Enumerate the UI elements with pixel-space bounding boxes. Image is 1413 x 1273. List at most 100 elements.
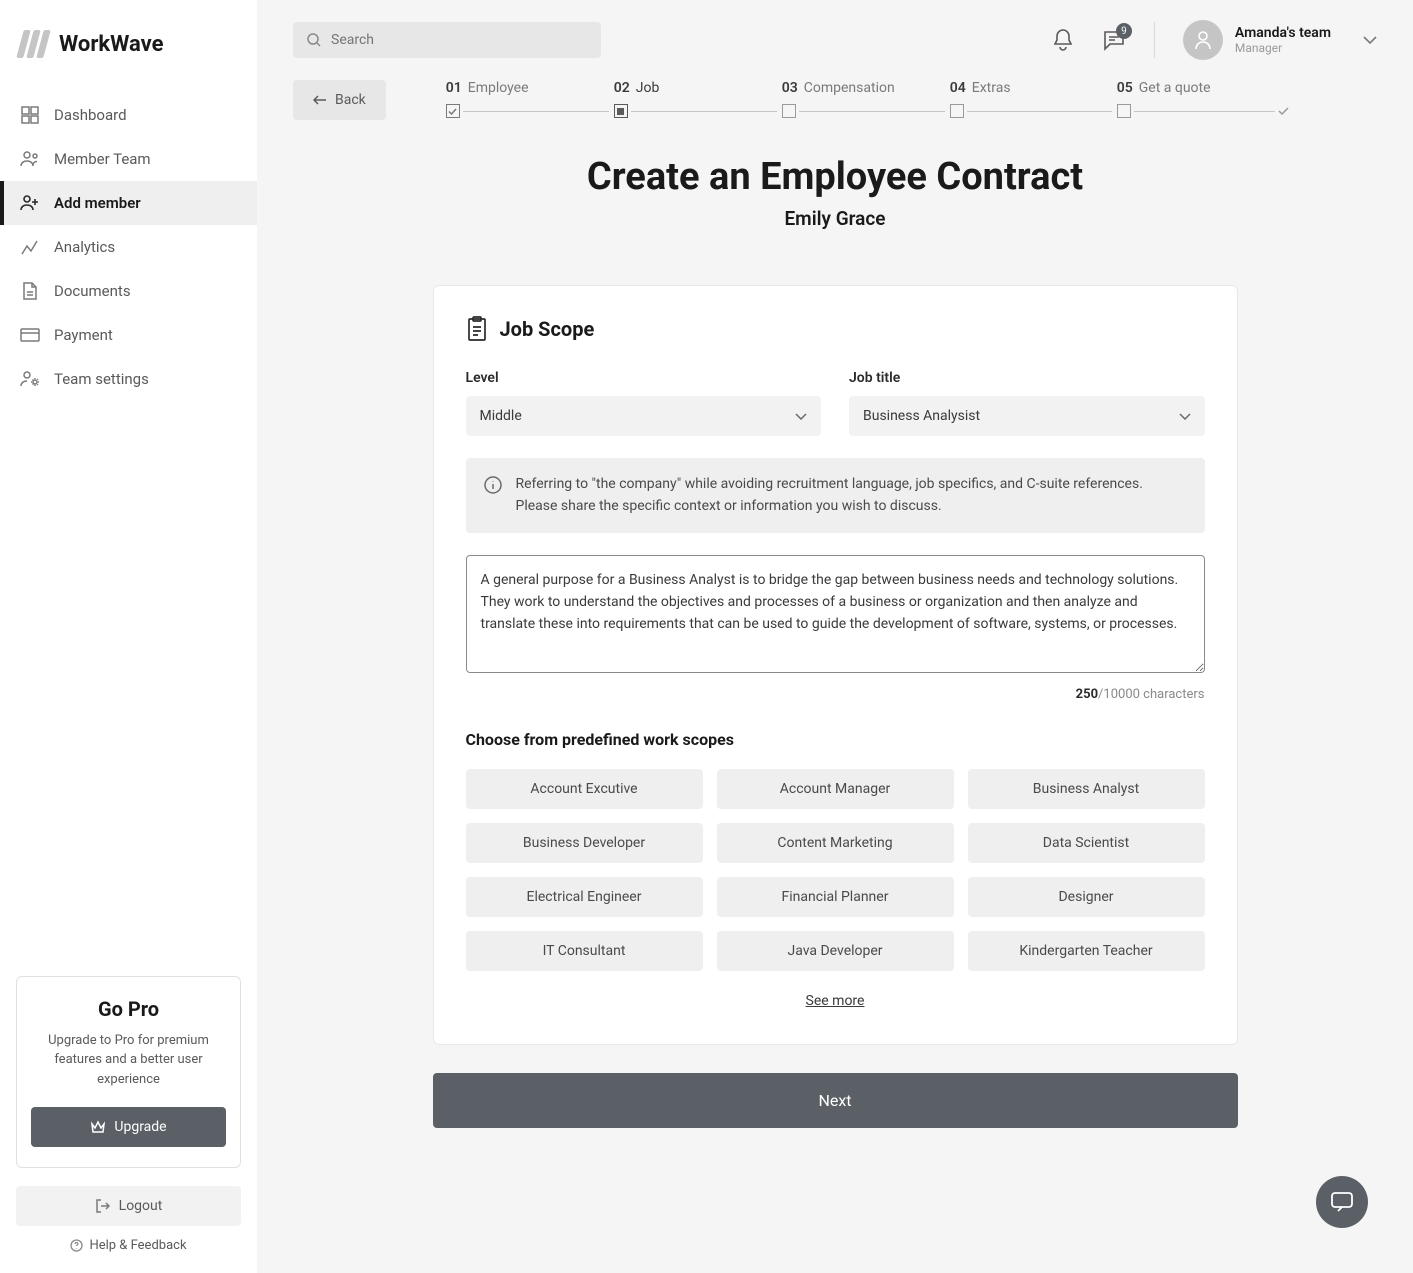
users-icon (20, 149, 40, 169)
scope-chip[interactable]: Account Excutive (466, 769, 703, 809)
scope-chip[interactable]: Financial Planner (717, 877, 954, 917)
sidebar-item-analytics[interactable]: Analytics (0, 225, 257, 269)
nav-label: Dashboard (54, 106, 127, 124)
notifications-button[interactable] (1052, 28, 1074, 52)
job-scope-card: Job Scope Level Middle Job title Busines… (433, 285, 1238, 1045)
level-select[interactable]: Middle (466, 396, 822, 436)
user-menu[interactable]: Amanda's team Manager (1183, 20, 1377, 60)
clipboard-icon (466, 316, 488, 342)
avatar (1183, 20, 1223, 60)
messages-badge: 9 (1116, 23, 1132, 39)
sidebar: WorkWave Dashboard Member Team Add membe… (0, 0, 257, 1273)
info-banner: Referring to "the company" while avoidin… (466, 458, 1205, 533)
next-button[interactable]: Next (433, 1073, 1238, 1128)
grid-icon (20, 105, 40, 125)
scope-chip[interactable]: Business Developer (466, 823, 703, 863)
page-title: Create an Employee Contract (293, 155, 1377, 199)
stepper: 01Employee 02Job 03Compensation 04Extras… (446, 80, 1377, 118)
chat-bubble-icon (1330, 1191, 1354, 1213)
job-title-select[interactable]: Business Analysist (849, 396, 1205, 436)
search-icon (307, 33, 321, 47)
messages-button[interactable]: 9 (1102, 29, 1126, 51)
step-extras[interactable]: 04Extras (950, 80, 1112, 118)
upgrade-button[interactable]: Upgrade (31, 1107, 226, 1147)
step-compensation[interactable]: 03Compensation (782, 80, 945, 118)
step-box-icon (782, 104, 796, 118)
nav-label: Team settings (54, 370, 149, 388)
nav: Dashboard Member Team Add member Analyti… (0, 93, 257, 976)
chevron-down-icon (795, 413, 807, 420)
job-description-textarea[interactable] (466, 555, 1205, 673)
info-icon (484, 476, 502, 517)
bell-icon (1052, 28, 1074, 52)
go-pro-desc: Upgrade to Pro for premium features and … (31, 1031, 226, 1090)
logout-icon (95, 1199, 111, 1213)
check-icon (1278, 107, 1289, 115)
nav-label: Documents (54, 282, 131, 300)
sidebar-item-add-member[interactable]: Add member (0, 181, 257, 225)
main: 9 Amanda's team Manager (257, 0, 1413, 1273)
user-icon (1194, 30, 1212, 50)
scope-chip[interactable]: Content Marketing (717, 823, 954, 863)
divider (1154, 22, 1155, 58)
scopes-heading: Choose from predefined work scopes (466, 730, 1205, 749)
level-value: Middle (480, 408, 522, 424)
card-icon (20, 325, 40, 345)
page-subtitle: Emily Grace (293, 207, 1377, 230)
see-more-link[interactable]: See more (466, 993, 1205, 1009)
logo-icon (20, 30, 47, 58)
help-icon (70, 1239, 83, 1252)
search-box[interactable] (293, 22, 601, 58)
check-icon (446, 104, 460, 118)
topbar: 9 Amanda's team Manager (257, 0, 1413, 80)
user-role: Manager (1235, 41, 1331, 55)
back-label: Back (335, 92, 366, 108)
logout-button[interactable]: Logout (16, 1186, 241, 1226)
nav-label: Analytics (54, 238, 115, 256)
nav-label: Add member (54, 194, 141, 212)
job-title-label: Job title (849, 370, 1205, 386)
chevron-down-icon (1179, 413, 1191, 420)
nav-label: Member Team (54, 150, 151, 168)
brand-name: WorkWave (59, 32, 164, 57)
team-name: Amanda's team (1235, 25, 1331, 41)
help-label: Help & Feedback (89, 1238, 186, 1253)
scope-grid: Account Excutive Account Manager Busines… (466, 769, 1205, 971)
logout-label: Logout (119, 1198, 163, 1214)
scope-chip[interactable]: Kindergarten Teacher (968, 931, 1205, 971)
step-box-icon (950, 104, 964, 118)
chevron-down-icon (1363, 36, 1377, 44)
user-gear-icon (20, 369, 40, 389)
nav-label: Payment (54, 326, 113, 344)
logo[interactable]: WorkWave (0, 30, 257, 58)
scope-chip[interactable]: Account Manager (717, 769, 954, 809)
help-feedback-link[interactable]: Help & Feedback (0, 1238, 257, 1253)
chat-fab[interactable] (1316, 1176, 1368, 1228)
sidebar-item-payment[interactable]: Payment (0, 313, 257, 357)
info-text: Referring to "the company" while avoidin… (516, 474, 1187, 517)
sidebar-item-dashboard[interactable]: Dashboard (0, 93, 257, 137)
back-button[interactable]: Back (293, 80, 386, 120)
scope-chip[interactable]: Electrical Engineer (466, 877, 703, 917)
step-job[interactable]: 02Job (614, 80, 777, 118)
document-icon (20, 281, 40, 301)
card-title: Job Scope (500, 317, 595, 341)
search-input[interactable] (331, 32, 587, 48)
scope-chip[interactable]: Business Analyst (968, 769, 1205, 809)
user-plus-icon (20, 193, 40, 213)
upgrade-label: Upgrade (114, 1119, 166, 1135)
sidebar-item-member-team[interactable]: Member Team (0, 137, 257, 181)
scope-chip[interactable]: Designer (968, 877, 1205, 917)
go-pro-card: Go Pro Upgrade to Pro for premium featur… (16, 976, 241, 1169)
step-employee[interactable]: 01Employee (446, 80, 609, 118)
sidebar-item-team-settings[interactable]: Team settings (0, 357, 257, 401)
scope-chip[interactable]: IT Consultant (466, 931, 703, 971)
sidebar-item-documents[interactable]: Documents (0, 269, 257, 313)
scope-chip[interactable]: Java Developer (717, 931, 954, 971)
step-quote[interactable]: 05Get a quote (1117, 80, 1289, 118)
scope-chip[interactable]: Data Scientist (968, 823, 1205, 863)
step-active-icon (614, 104, 628, 118)
step-box-icon (1117, 104, 1131, 118)
arrow-left-icon (313, 94, 327, 106)
level-label: Level (466, 370, 822, 386)
